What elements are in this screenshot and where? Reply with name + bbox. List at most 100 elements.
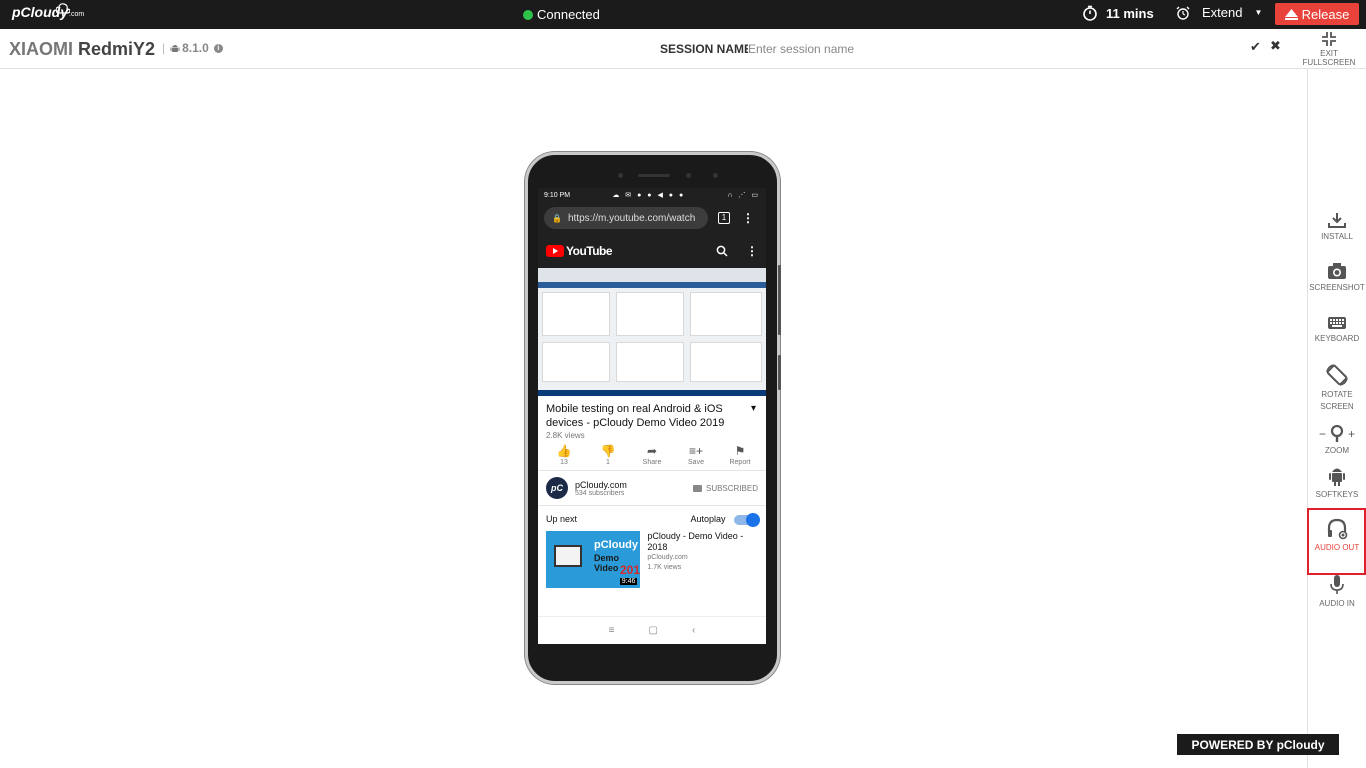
tab-count-button[interactable]: 1	[718, 212, 730, 224]
playlist-add-icon: ≡+	[688, 444, 703, 458]
video-frame-card	[616, 292, 684, 336]
browser-menu-icon[interactable]: ⋮	[742, 211, 754, 225]
rotate-label-2: SCREEN	[1320, 402, 1354, 411]
device-model: RedmiY2	[78, 39, 156, 59]
autoplay-toggle[interactable]	[734, 512, 760, 527]
recommended-info: pCloudy - Demo Video - 2018 pCloudy.com …	[647, 531, 758, 588]
power-button	[778, 355, 781, 390]
channel-subscribers: 534 subscribers	[575, 489, 625, 497]
microphone-icon	[1330, 575, 1344, 594]
extend-label: Extend	[1202, 5, 1243, 20]
like-count: 13	[560, 459, 568, 466]
search-icon[interactable]	[716, 245, 728, 257]
recommended-video[interactable]: pCloudy Demo Video 2018 9:46 pCloudy - D…	[538, 530, 766, 588]
session-header: XIAOMI RedmiY2 | 8.1.0 i SESSION NAME ✔ …	[0, 29, 1366, 69]
compress-icon	[1322, 32, 1336, 46]
zoom-in-button[interactable]: +	[1348, 428, 1355, 440]
save-button[interactable]: ≡+ Save	[676, 444, 716, 466]
like-button[interactable]: 👍 13	[544, 444, 584, 466]
download-icon	[1328, 213, 1346, 228]
session-name-input[interactable]	[748, 38, 988, 60]
device-screen[interactable]: 9:10 PM ☁ ✉ ● ● ◀ ● ● ∩ ⋰ ▭ 🔒 https://m.…	[538, 188, 766, 644]
exit-fullscreen-button[interactable]: EXIT FULLSCREEN	[1296, 32, 1362, 67]
video-duration: 9:46	[619, 577, 638, 585]
device-brand: XIAOMI	[9, 39, 74, 59]
youtube-header: YouTube ⋮	[538, 234, 766, 268]
android-nav-bar: ≡ ▢ ‹	[538, 616, 766, 644]
channel-name[interactable]: pCloudy.com	[575, 480, 693, 490]
subscribed-button[interactable]: SUBSCRIBED	[692, 484, 758, 493]
save-label: Save	[688, 459, 704, 466]
connected-dot-icon	[523, 9, 533, 20]
browser-url-bar: 🔒 https://m.youtube.com/watch 1 ⋮	[538, 202, 766, 234]
flag-icon: ⚑	[734, 444, 746, 458]
dislike-count: 1	[606, 459, 610, 466]
status-time: 9:10 PM	[544, 191, 571, 199]
share-icon: ➦	[646, 444, 658, 458]
logo-suffix: .com	[69, 10, 85, 18]
recents-icon[interactable]: ≡	[609, 625, 615, 636]
back-icon[interactable]: ‹	[692, 625, 695, 636]
autoplay-control: Autoplay	[690, 512, 760, 527]
audio-in-label: AUDIO IN	[1319, 599, 1355, 608]
dislike-button[interactable]: 👎 1	[588, 444, 628, 466]
zoom-out-button[interactable]: −	[1319, 428, 1326, 440]
youtube-logo[interactable]: YouTube	[546, 244, 613, 258]
exit-fullscreen-label: EXIT FULLSCREEN	[1302, 49, 1356, 67]
video-frame-card	[616, 342, 684, 382]
expand-chevron-icon[interactable]: ▾	[751, 402, 756, 416]
extend-dropdown[interactable]: Extend ▼	[1176, 5, 1262, 20]
magnifier-icon	[1330, 425, 1344, 442]
info-icon[interactable]: i	[213, 43, 223, 53]
confirm-check-icon[interactable]: ✔	[1250, 39, 1261, 55]
thumbs-down-icon: 👎	[600, 444, 616, 458]
earpiece	[638, 174, 670, 177]
sensor	[686, 173, 691, 178]
battery-icon: ∩ ⋰ ▭	[727, 192, 760, 199]
zoom-control[interactable]: − + ZOOM	[1308, 425, 1366, 457]
share-button[interactable]: ➦ Share	[632, 444, 672, 466]
release-button[interactable]: Release	[1275, 3, 1359, 25]
youtube-logo-text: YouTube	[566, 244, 613, 258]
rotate-screen-button[interactable]: ROTATE SCREEN	[1308, 363, 1366, 413]
url-field[interactable]: 🔒 https://m.youtube.com/watch	[544, 207, 708, 229]
recommended-thumbnail[interactable]: pCloudy Demo Video 2018 9:46	[546, 530, 641, 588]
keyboard-button[interactable]: KEYBOARD	[1308, 316, 1366, 345]
home-icon[interactable]: ▢	[649, 625, 658, 636]
youtube-menu-icon[interactable]: ⋮	[746, 244, 758, 258]
lock-icon: 🔒	[552, 213, 562, 223]
thumb-text-3: 2018	[620, 562, 641, 577]
cloud-icon	[56, 3, 70, 14]
install-button[interactable]: INSTALL	[1308, 212, 1366, 243]
channel-avatar[interactable]: pC	[546, 477, 568, 499]
stopwatch-icon	[1083, 5, 1097, 21]
eject-icon	[1284, 8, 1298, 20]
connection-status-text: Connected	[537, 7, 600, 22]
status-icons: ☁ ✉ ● ● ◀ ● ●	[612, 192, 686, 199]
recommended-title: pCloudy - Demo Video - 2018	[647, 530, 744, 552]
device-name: XIAOMI RedmiY2	[9, 39, 155, 60]
session-timer: 11 mins	[1082, 5, 1154, 21]
audio-in-button[interactable]: AUDIO IN	[1308, 574, 1366, 610]
pcloudy-logo[interactable]: pCloudy .com	[12, 3, 85, 20]
softkeys-button[interactable]: SOFTKEYS	[1308, 465, 1366, 501]
report-button[interactable]: ⚑ Report	[720, 444, 760, 466]
release-label: Release	[1301, 6, 1350, 22]
install-label: INSTALL	[1321, 232, 1353, 241]
video-actions: 👍 13 👎 1 ➦ Share ≡+ Save ⚑ Report	[538, 440, 766, 471]
screenshot-button[interactable]: SCREENSHOT	[1308, 262, 1366, 294]
sensor-2	[713, 173, 718, 178]
video-frame-card	[690, 342, 762, 382]
subscribed-icon	[692, 484, 702, 492]
video-player[interactable]	[538, 268, 766, 396]
video-title: Mobile testing on real Android & iOS dev…	[538, 396, 766, 430]
separator: |	[162, 41, 166, 55]
autoplay-label: Autoplay	[690, 514, 726, 524]
rotate-label: ROTATE	[1321, 390, 1353, 399]
close-icon[interactable]: ✖	[1270, 38, 1281, 54]
keyboard-label: KEYBOARD	[1314, 334, 1360, 343]
video-frame-navbar	[538, 282, 766, 288]
android-softkeys-icon	[1329, 468, 1345, 486]
share-label: Share	[642, 459, 662, 466]
alarm-clock-icon	[1176, 6, 1190, 20]
